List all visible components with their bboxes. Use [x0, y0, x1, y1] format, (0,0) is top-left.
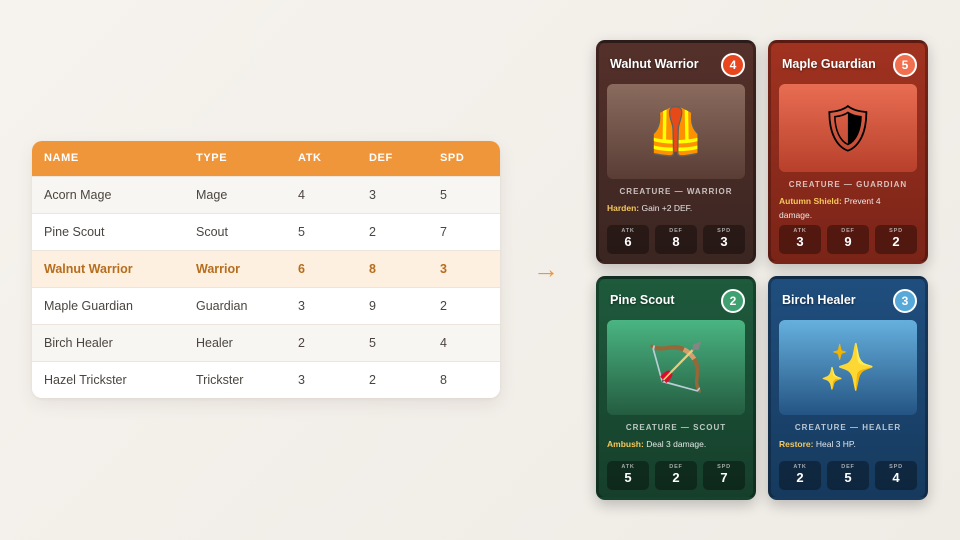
table-row[interactable]: Acorn Mage Mage 4 3 5	[32, 176, 500, 213]
cell-type: Warrior	[196, 261, 240, 276]
stat-atk: ATK 3	[779, 225, 821, 254]
header-name[interactable]: NAME	[32, 141, 184, 176]
card-type-line: CREATURE — SCOUT	[625, 423, 727, 432]
stat-atk: ATK 2	[779, 461, 821, 490]
cell-name: Pine Scout	[44, 224, 105, 239]
card-header: Birch Healer 3	[782, 289, 917, 313]
cell-atk: 5	[298, 224, 305, 239]
cell-spd: 4	[440, 335, 447, 350]
creature-table: NAME TYPE ATK DEF SPD Acorn Mage Mage 4 …	[32, 141, 500, 398]
cell-def: 8	[369, 261, 376, 276]
stat-atk: ATK 6	[607, 225, 649, 254]
ability-text: Heal 3 HP.	[813, 439, 856, 449]
bow-and-arrow-icon: 🏹	[607, 320, 745, 415]
table-header-row: NAME TYPE ATK DEF SPD	[32, 141, 500, 176]
card-ability: Autumn Shield: Prevent 4 damage.	[779, 194, 915, 222]
cell-def: 2	[369, 372, 376, 387]
cell-spd: 7	[440, 224, 447, 239]
ability-name: Autumn Shield:	[779, 196, 842, 206]
cell-atk: 3	[298, 372, 305, 387]
stat-spd: SPD 2	[875, 225, 917, 254]
cost-badge: 2	[721, 289, 745, 313]
cell-spd: 2	[440, 298, 447, 313]
card-type-line: CREATURE — WARRIOR	[619, 187, 733, 196]
cell-spd: 8	[440, 372, 447, 387]
ability-text: Deal 3 damage.	[643, 439, 707, 449]
arrow-right-icon: →	[533, 254, 559, 284]
cell-name: Maple Guardian	[44, 298, 133, 313]
card-ability: Ambush: Deal 3 damage.	[607, 437, 743, 451]
cell-def: 5	[369, 335, 376, 350]
card-ability: Restore: Heal 3 HP.	[779, 437, 915, 451]
stat-def: DEF 9	[827, 225, 869, 254]
card-title: Maple Guardian	[782, 57, 876, 71]
cell-name: Walnut Warrior	[44, 261, 133, 276]
stat-spd: SPD 4	[875, 461, 917, 490]
cell-def: 3	[369, 187, 376, 202]
cost-badge: 4	[721, 53, 745, 77]
stat-def: DEF 2	[655, 461, 697, 490]
card-walnut-warrior[interactable]: Walnut Warrior 4 🦺 CREATURE — WARRIOR Ha…	[596, 40, 756, 264]
cost-badge: 5	[893, 53, 917, 77]
card-birch-healer[interactable]: Birch Healer 3 ✨ CREATURE — HEALER Resto…	[768, 276, 928, 500]
cell-atk: 3	[298, 298, 305, 313]
stat-spd: SPD 3	[703, 225, 745, 254]
stat-spd: SPD 7	[703, 461, 745, 490]
cell-type: Guardian	[196, 298, 248, 313]
cell-atk: 4	[298, 187, 305, 202]
cell-def: 9	[369, 298, 376, 313]
cell-spd: 3	[440, 261, 447, 276]
cell-type: Mage	[196, 187, 228, 202]
stat-atk: ATK 5	[607, 461, 649, 490]
cost-badge: 3	[893, 289, 917, 313]
stat-bar: ATK 3 DEF 9 SPD 2	[779, 225, 917, 254]
sparkles-icon: ✨	[779, 320, 917, 415]
card-title: Birch Healer	[782, 293, 856, 307]
card-type-line: CREATURE — GUARDIAN	[788, 180, 908, 189]
stat-def: DEF 5	[827, 461, 869, 490]
cell-type: Scout	[196, 224, 228, 239]
card-header: Walnut Warrior 4	[610, 53, 745, 77]
card-pine-scout[interactable]: Pine Scout 2 🏹 CREATURE — SCOUT Ambush: …	[596, 276, 756, 500]
table-row[interactable]: Hazel Trickster Trickster 3 2 8	[32, 361, 500, 398]
table-row[interactable]: Birch Healer Healer 2 5 4	[32, 324, 500, 361]
cell-type: Trickster	[196, 372, 244, 387]
cell-type: Healer	[196, 335, 233, 350]
card-header: Pine Scout 2	[610, 289, 745, 313]
table-row[interactable]: Pine Scout Scout 5 2 7	[32, 213, 500, 250]
shield-icon: 🛡	[779, 84, 917, 172]
ability-name: Ambush:	[607, 439, 644, 449]
table-row-highlighted[interactable]: Walnut Warrior Warrior 6 8 3	[32, 250, 500, 287]
table-row[interactable]: Maple Guardian Guardian 3 9 2	[32, 287, 500, 324]
card-type-line: CREATURE — HEALER	[794, 423, 902, 432]
cell-name: Acorn Mage	[44, 187, 112, 202]
header-spd[interactable]: SPD	[428, 141, 500, 176]
cell-name: Hazel Trickster	[44, 372, 127, 387]
stat-def: DEF 8	[655, 225, 697, 254]
ability-text: Gain +2 DEF.	[639, 203, 693, 213]
header-def[interactable]: DEF	[357, 141, 428, 176]
vest-icon: 🦺	[607, 84, 745, 179]
cell-name: Birch Healer	[44, 335, 113, 350]
header-atk[interactable]: ATK	[286, 141, 357, 176]
card-title: Walnut Warrior	[610, 57, 699, 71]
card-ability: Harden: Gain +2 DEF.	[607, 201, 743, 215]
cell-spd: 5	[440, 187, 447, 202]
stat-bar: ATK 5 DEF 2 SPD 7	[607, 461, 745, 490]
card-maple-guardian[interactable]: Maple Guardian 5 🛡 CREATURE — GUARDIAN A…	[768, 40, 928, 264]
stat-bar: ATK 6 DEF 8 SPD 3	[607, 225, 745, 254]
cell-atk: 6	[298, 261, 305, 276]
stat-bar: ATK 2 DEF 5 SPD 4	[779, 461, 917, 490]
cell-def: 2	[369, 224, 376, 239]
header-type[interactable]: TYPE	[184, 141, 286, 176]
ability-name: Restore:	[779, 439, 814, 449]
card-title: Pine Scout	[610, 293, 675, 307]
ability-name: Harden:	[607, 203, 640, 213]
card-header: Maple Guardian 5	[782, 53, 917, 77]
cell-atk: 2	[298, 335, 305, 350]
